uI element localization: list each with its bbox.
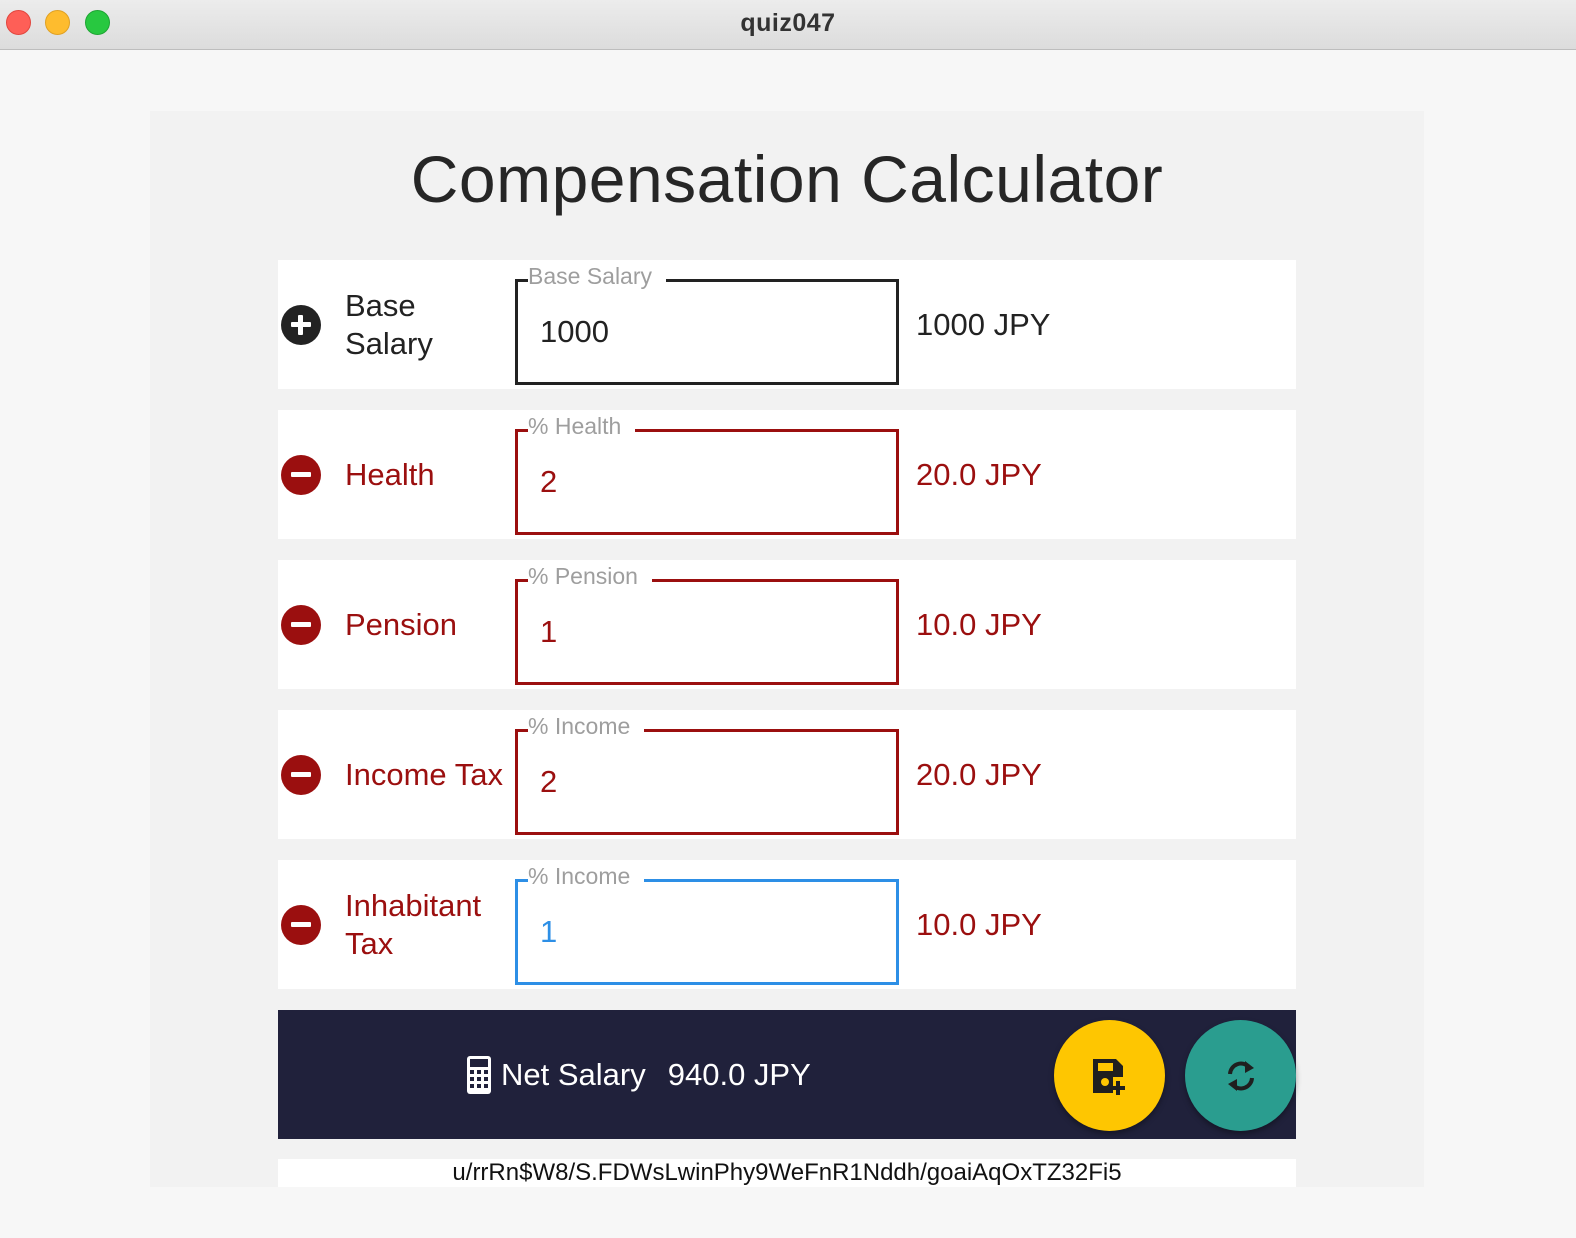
inhabitant-tax-label: Inhabitant Tax (345, 887, 482, 961)
result-hash: u/rrRn$W8/S.FDWsLwinPhy9WeFnR1Nddh/goaiA… (278, 1159, 1296, 1187)
income-tax-input[interactable]: 2 (540, 732, 880, 832)
window-titlebar: quiz047 (0, 0, 1576, 50)
base-salary-amount: 1000 JPY (916, 306, 1051, 342)
page-title: Compensation Calculator (410, 142, 1164, 216)
income-tax-row: Income Tax % Income 2 20.0 JPY (278, 710, 1296, 839)
refresh-button[interactable] (1185, 1020, 1296, 1131)
minus-icon (281, 605, 321, 645)
income-tax-amount: 20.0 JPY (916, 756, 1042, 792)
pension-amount: 10.0 JPY (916, 606, 1042, 642)
health-row: Health % Health 2 20.0 JPY (278, 410, 1296, 539)
health-amount: 20.0 JPY (916, 456, 1042, 492)
health-input[interactable]: 2 (540, 432, 880, 532)
minus-icon (281, 905, 321, 945)
base-salary-row: Base Salary Base Salary 1000 1000 JPY (278, 260, 1296, 389)
pension-input[interactable]: 1 (540, 582, 880, 682)
health-field[interactable]: % Health 2 (515, 413, 899, 535)
plus-icon (281, 305, 321, 345)
inhabitant-tax-input[interactable]: 1 (540, 882, 880, 982)
income-tax-label: Income Tax (345, 756, 503, 792)
pension-row: Pension % Pension 1 10.0 JPY (278, 560, 1296, 689)
inhabitant-tax-amount: 10.0 JPY (916, 906, 1042, 942)
pension-field[interactable]: % Pension 1 (515, 563, 899, 685)
window-title: quiz047 (740, 9, 836, 37)
net-salary-label: Net Salary (501, 1056, 646, 1092)
minus-icon (281, 455, 321, 495)
base-salary-label: Base Salary (345, 287, 433, 361)
save-add-icon (1092, 1058, 1125, 1095)
health-label: Health (345, 456, 435, 492)
inhabitant-tax-field[interactable]: % Income 1 (515, 863, 899, 985)
net-salary-display: Net Salary 940.0 JPY (466, 1010, 811, 1139)
calculator-panel: Compensation Calculator Base Salary Base… (150, 111, 1424, 1187)
net-salary-bar: Net Salary 940.0 JPY (278, 1010, 1296, 1139)
base-salary-input[interactable]: 1000 (540, 282, 880, 382)
minus-icon (281, 755, 321, 795)
pension-label: Pension (345, 606, 458, 642)
calculator-icon (467, 1055, 491, 1094)
refresh-icon (1227, 1060, 1254, 1091)
inhabitant-tax-row: Inhabitant Tax % Income 1 10.0 JPY (278, 860, 1296, 989)
net-salary-value: 940.0 JPY (667, 1056, 811, 1092)
save-button[interactable] (1054, 1020, 1165, 1131)
base-salary-field[interactable]: Base Salary 1000 (515, 263, 899, 385)
income-tax-field[interactable]: % Income 2 (515, 713, 899, 835)
